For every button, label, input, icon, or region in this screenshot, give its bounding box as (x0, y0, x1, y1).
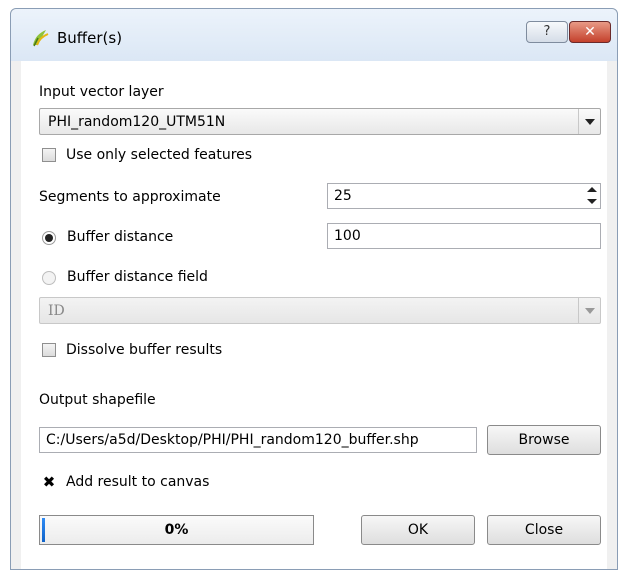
progress-text: 0% (164, 522, 189, 538)
input-layer-label: Input vector layer (39, 84, 164, 100)
dropdown-arrow (578, 298, 600, 323)
radio-dot (45, 234, 53, 242)
output-label: Output shapefile (39, 392, 156, 408)
window-close-button[interactable]: ✕ (569, 21, 611, 43)
segments-spinbox[interactable]: 25 (327, 183, 601, 209)
dissolve-checkbox[interactable] (42, 343, 56, 357)
buffer-dialog: Buffer(s) ? ✕ Input vector layer PHI_ran… (10, 8, 618, 570)
progress-fill (42, 518, 45, 542)
segments-value: 25 (334, 188, 352, 204)
qgis-icon (33, 30, 49, 47)
buffer-distance-value: 100 (334, 228, 361, 244)
dialog-body: Input vector layer PHI_random120_UTM51N … (21, 61, 607, 569)
progress-bar: 0% (39, 515, 314, 545)
dissolve-label: Dissolve buffer results (66, 342, 223, 358)
buffer-distance-input[interactable]: 100 (327, 223, 601, 249)
chevron-down-icon (585, 119, 595, 125)
buffer-distance-radio[interactable] (42, 231, 56, 245)
output-path-value: C:/Users/a5d/Desktop/PHI/PHI_random120_b… (46, 432, 419, 448)
close-button[interactable]: Close (487, 515, 601, 545)
segments-label: Segments to approximate (39, 189, 221, 205)
buffer-field-value: ID (48, 303, 65, 319)
output-path-input[interactable]: C:/Users/a5d/Desktop/PHI/PHI_random120_b… (39, 427, 477, 453)
title-bar: Buffer(s) ? ✕ (11, 9, 617, 61)
add-to-canvas-checkbox[interactable]: ✖ (42, 475, 56, 490)
buffer-field-radio[interactable] (42, 271, 56, 285)
spin-up-icon[interactable] (584, 184, 600, 196)
window-title: Buffer(s) (57, 29, 123, 47)
input-layer-combo[interactable]: PHI_random120_UTM51N (39, 108, 601, 135)
use-selected-checkbox[interactable] (42, 148, 56, 162)
browse-button[interactable]: Browse (487, 425, 601, 455)
add-to-canvas-label: Add result to canvas (66, 474, 210, 490)
buffer-field-label: Buffer distance field (67, 269, 208, 285)
buffer-distance-label: Buffer distance (67, 229, 174, 245)
ok-button[interactable]: OK (361, 515, 475, 545)
chevron-down-icon (585, 308, 595, 314)
spin-down-icon[interactable] (584, 196, 600, 208)
input-layer-value: PHI_random120_UTM51N (48, 114, 226, 130)
help-button[interactable]: ? (526, 21, 568, 43)
buffer-field-combo[interactable]: ID (39, 297, 601, 324)
dropdown-arrow (578, 109, 600, 134)
use-selected-label: Use only selected features (66, 147, 253, 163)
